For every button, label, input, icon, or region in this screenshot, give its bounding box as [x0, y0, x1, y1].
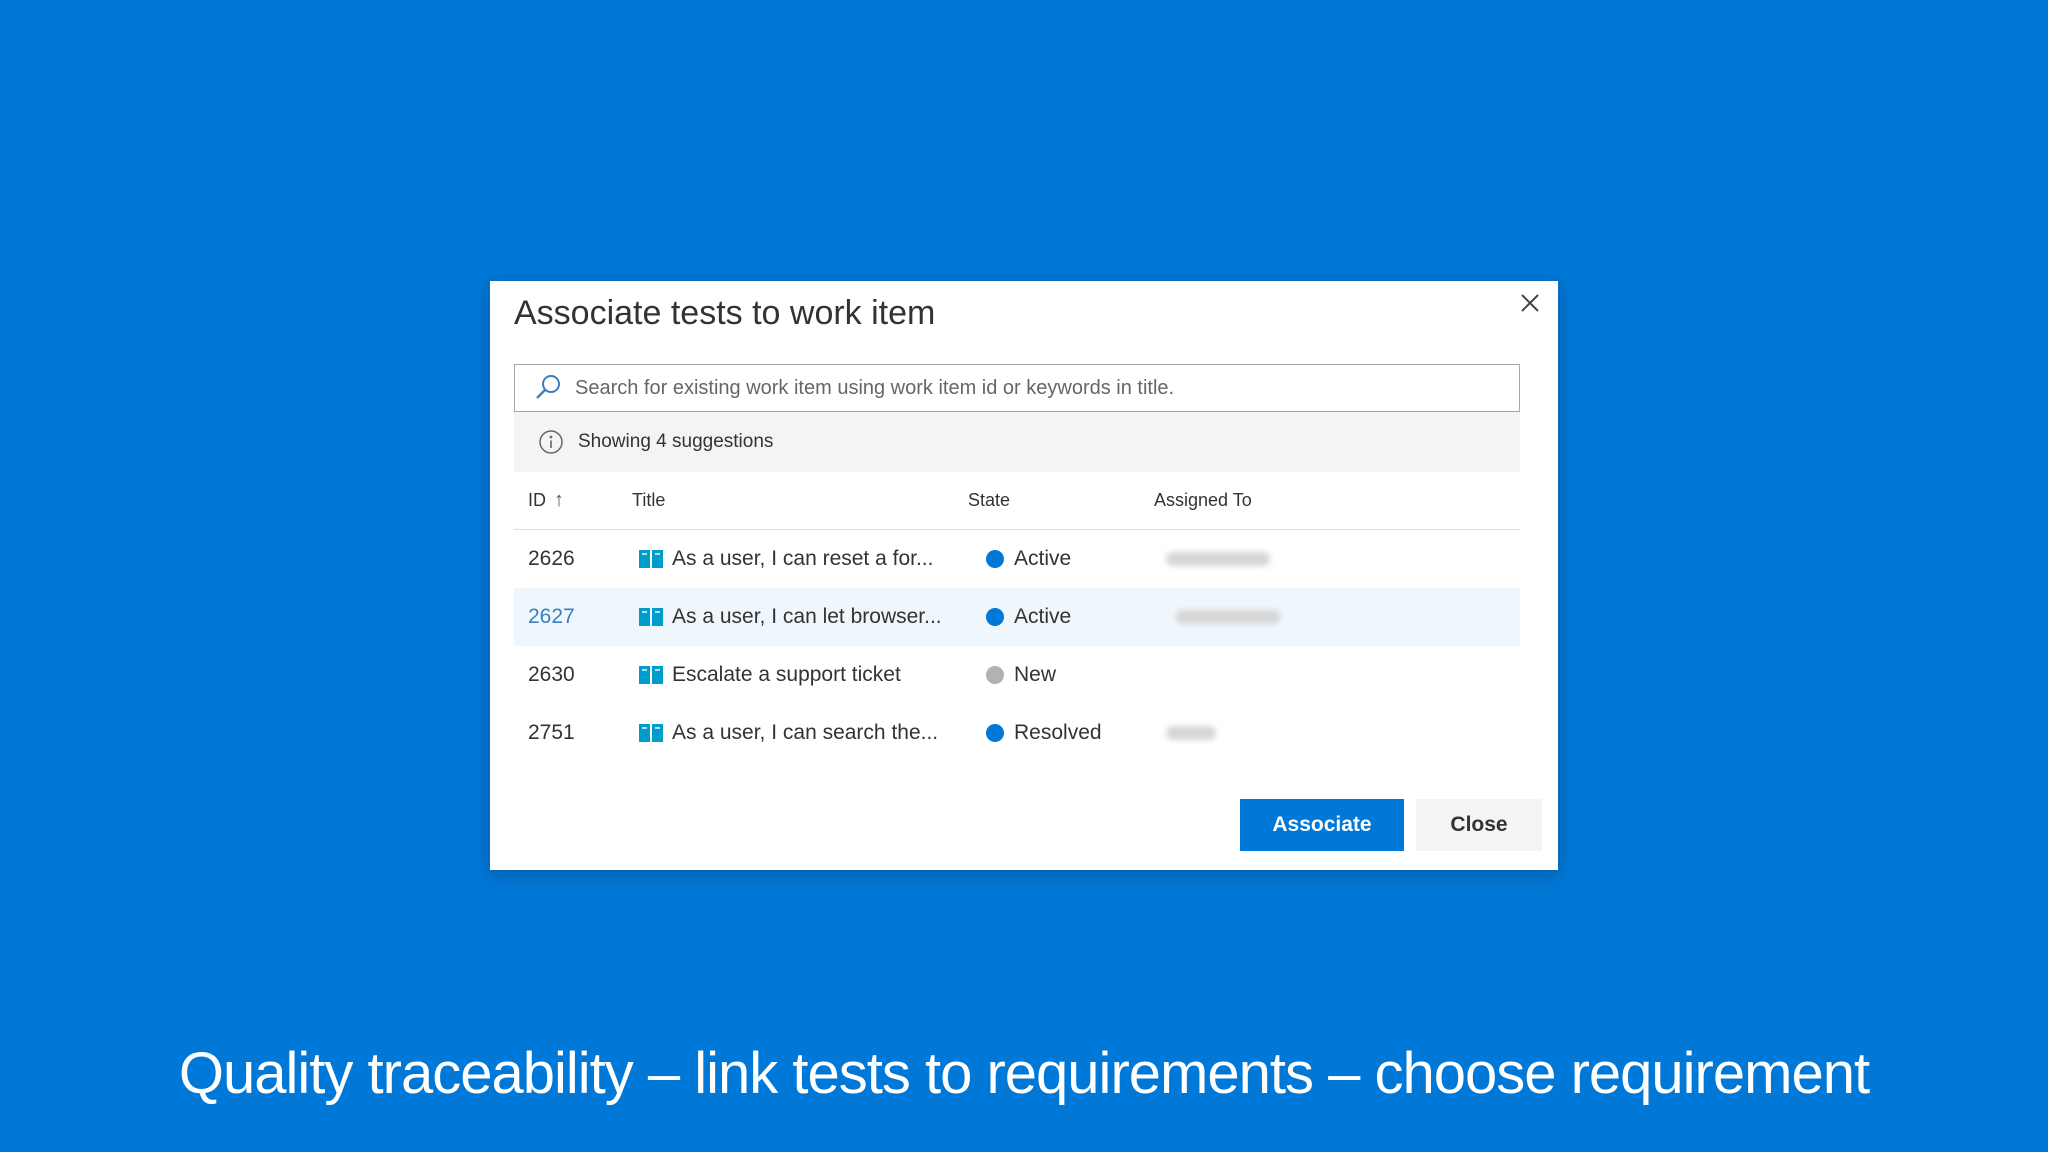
row-assigned-to [1166, 704, 1216, 762]
state-dot-icon [986, 608, 1004, 626]
column-header-assigned-to[interactable]: Assigned To [1154, 481, 1252, 529]
associate-dialog: Associate tests to work item Showing 4 s… [490, 281, 1558, 870]
column-header-state[interactable]: State [968, 481, 1010, 529]
book-icon [639, 666, 663, 684]
row-state-text: New [1014, 663, 1057, 686]
associate-button[interactable]: Associate [1240, 799, 1404, 851]
slide-caption: Quality traceability – link tests to req… [178, 1041, 1870, 1106]
close-button[interactable]: Close [1416, 799, 1542, 851]
state-dot-icon [986, 550, 1004, 568]
column-header-id-label: ID [528, 490, 546, 510]
table-row[interactable]: 2751 As a user, I can search the... Resolv… [514, 704, 1520, 762]
row-state: Active [986, 530, 1071, 588]
redacted-name [1176, 610, 1280, 624]
search-box[interactable] [514, 364, 1520, 412]
row-title-text: As a user, I can let browser... [672, 605, 942, 628]
book-icon [639, 608, 663, 626]
info-icon [539, 430, 563, 454]
row-assigned-to [1166, 530, 1270, 588]
row-id: 2630 [528, 663, 575, 686]
redacted-name [1166, 552, 1270, 566]
work-item-table: ID ↑ Title State Assigned To 2626 As a use… [514, 481, 1520, 762]
row-title: As a user, I can let browser... [638, 588, 942, 646]
state-dot-icon [986, 666, 1004, 684]
table-row[interactable]: 2627 As a user, I can let browser... Activ… [514, 588, 1520, 646]
row-title-text: As a user, I can reset a for... [672, 547, 934, 570]
sort-ascending-icon: ↑ [554, 489, 564, 511]
table-row[interactable]: 2626 As a user, I can reset a for... Activ… [514, 530, 1520, 588]
row-state-text: Active [1014, 605, 1072, 628]
row-title: Escalate a support ticket [638, 646, 901, 704]
table-body: 2626 As a user, I can reset a for... Activ… [514, 530, 1520, 762]
row-state-text: Active [1014, 547, 1072, 570]
row-id: 2626 [528, 547, 575, 570]
column-header-id[interactable]: ID ↑ [528, 481, 564, 529]
row-state-text: Resolved [1014, 721, 1102, 744]
row-state: Resolved [986, 704, 1102, 762]
redacted-name [1166, 726, 1216, 740]
state-dot-icon [986, 724, 1004, 742]
row-state: New [986, 646, 1056, 704]
dialog-title: Associate tests to work item [514, 294, 936, 332]
close-icon[interactable] [1514, 287, 1546, 319]
suggestions-count: Showing 4 suggestions [578, 431, 774, 452]
row-title-text: Escalate a support ticket [672, 663, 901, 686]
row-assigned-to [1166, 588, 1280, 646]
book-icon [639, 724, 663, 742]
search-icon [536, 375, 560, 399]
row-title: As a user, I can reset a for... [638, 530, 933, 588]
row-id: 2627 [528, 605, 575, 628]
row-title: As a user, I can search the... [638, 704, 938, 762]
column-header-title[interactable]: Title [632, 481, 665, 529]
table-row[interactable]: 2630 Escalate a support ticket New [514, 646, 1520, 704]
row-id: 2751 [528, 721, 575, 744]
info-bar: Showing 4 suggestions [514, 412, 1520, 472]
table-header: ID ↑ Title State Assigned To [514, 481, 1520, 530]
row-title-text: As a user, I can search the... [672, 721, 939, 744]
book-icon [639, 550, 663, 568]
search-input[interactable] [575, 365, 1519, 411]
row-state: Active [986, 588, 1071, 646]
